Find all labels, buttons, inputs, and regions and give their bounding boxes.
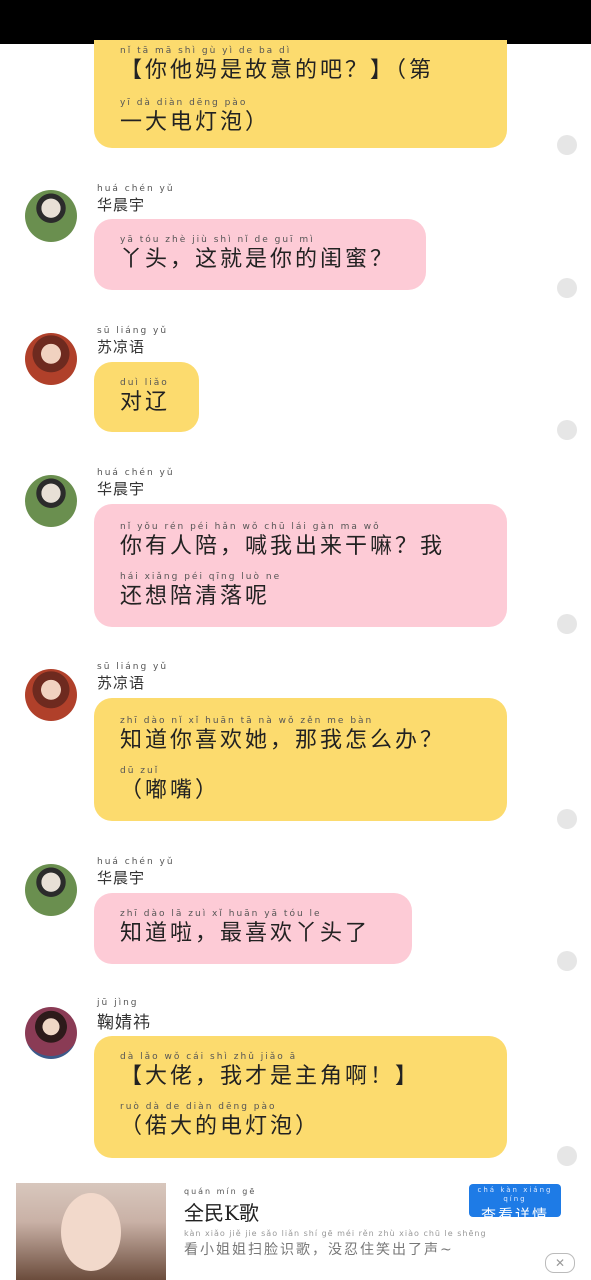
message-bubble[interactable]: nǐ tā mā shì gù yì de ba dì 【你他妈是故意的吧？】（… xyxy=(94,40,507,148)
message-text: （嘟嘴） xyxy=(120,778,221,803)
pinyin: chá kàn xiáng qíng xyxy=(477,1186,553,1203)
pinyin: huá chén yǔ xyxy=(97,468,175,478)
pinyin: quán mín gē xyxy=(184,1187,257,1196)
sender-name: sū liáng yǔ 苏凉语 xyxy=(97,326,168,357)
message-status-dot xyxy=(557,614,577,634)
message-text: 知道啦，最喜欢丫头了 xyxy=(120,921,371,946)
message-line: nǐ yǒu rén péi hǎn wǒ chū lái gàn ma wǒ … xyxy=(120,504,481,562)
sender-name: huá chén yǔ 华晨宇 xyxy=(97,184,175,215)
message-text: 对辽 xyxy=(120,390,171,415)
view-details-button[interactable]: chá kàn xiáng qíng 查看详情 xyxy=(469,1184,561,1224)
message-line: hái xiǎng péi qīng luò ne 还想陪清落呢 xyxy=(120,562,481,612)
pinyin: nǐ yǒu rén péi hǎn wǒ chū lái gàn ma wǒ xyxy=(120,522,381,532)
message-text: 【大佬，我才是主角啊！】 xyxy=(120,1064,421,1089)
pinyin: yā tóu zhè jiù shì nǐ de guī mì xyxy=(120,235,315,245)
message-line: yī dà diàn dēng pào 一大电灯泡） xyxy=(120,86,481,138)
message-bubble[interactable]: dà lǎo wǒ cái shì zhǔ jiǎo ā 【大佬，我才是主角啊！… xyxy=(94,1036,507,1158)
message-status-dot xyxy=(557,1146,577,1166)
sender-name-text: 苏凉语 xyxy=(97,338,146,356)
pinyin: dū zuǐ xyxy=(120,766,160,776)
message-line: duì liǎo 对辽 xyxy=(120,362,173,418)
ad-title-text: 全民K歌 xyxy=(184,1201,259,1225)
message-status-dot xyxy=(557,135,577,155)
message-text: 知道你喜欢她，那我怎么办？ xyxy=(120,728,446,753)
view-details-label: 查看详情 xyxy=(480,1206,549,1224)
message-line: yā tóu zhè jiù shì nǐ de guī mì 丫头，这就是你的… xyxy=(120,219,400,275)
message-text: 【你他妈是故意的吧？】（第 xyxy=(120,58,435,83)
message-bubble[interactable]: yā tóu zhè jiù shì nǐ de guī mì 丫头，这就是你的… xyxy=(94,219,426,290)
message-bubble[interactable]: zhī dào lā zuì xǐ huān yā tóu le 知道啦，最喜欢… xyxy=(94,893,412,964)
pinyin: zhī dào lā zuì xǐ huān yā tóu le xyxy=(120,909,322,919)
pinyin: dà lǎo wǒ cái shì zhǔ jiǎo ā xyxy=(120,1052,298,1062)
message-status-dot xyxy=(557,278,577,298)
avatar[interactable] xyxy=(25,864,77,916)
message-bubble[interactable]: zhī dào nǐ xǐ huān tā nà wǒ zěn me bàn 知… xyxy=(94,698,507,821)
ad-description-text: 看小姐姐扫脸识歌，没忍住笑出了声~ xyxy=(184,1242,454,1258)
message-bubble[interactable]: duì liǎo 对辽 xyxy=(94,362,199,432)
message-line: zhī dào lā zuì xǐ huān yā tóu le 知道啦，最喜欢… xyxy=(120,893,386,949)
sender-name-text: 华晨宇 xyxy=(97,196,146,214)
pinyin: nǐ tā mā shì gù yì de ba dì xyxy=(120,46,292,56)
message-status-dot xyxy=(557,420,577,440)
avatar[interactable] xyxy=(25,1007,77,1059)
pinyin: hái xiǎng péi qīng luò ne xyxy=(120,572,282,582)
message-line: zhī dào nǐ xǐ huān tā nà wǒ zěn me bàn 知… xyxy=(120,698,481,756)
message-text: 丫头，这就是你的闺蜜？ xyxy=(120,247,396,272)
sender-name-text: 鞠婧祎 xyxy=(97,1013,151,1033)
message-line: nǐ tā mā shì gù yì de ba dì 【你他妈是故意的吧？】（… xyxy=(120,40,481,86)
pinyin: huá chén yǔ xyxy=(97,857,175,867)
pinyin: sū liáng yǔ xyxy=(97,662,169,672)
message-status-dot xyxy=(557,809,577,829)
ad-title[interactable]: quán mín gē 全民K歌 xyxy=(184,1187,259,1226)
avatar[interactable] xyxy=(25,669,77,721)
ad-image-face xyxy=(61,1193,121,1271)
avatar[interactable] xyxy=(25,475,77,527)
pinyin: kàn xiǎo jiě jie sǎo liǎn shí gē méi rěn… xyxy=(184,1229,487,1238)
pinyin: yī dà diàn dēng pào xyxy=(120,98,248,108)
close-icon[interactable]: ✕ xyxy=(545,1253,575,1273)
message-line: dà lǎo wǒ cái shì zhǔ jiǎo ā 【大佬，我才是主角啊！… xyxy=(120,1036,481,1092)
ad-banner[interactable]: quán mín gē 全民K歌 kàn xiǎo jiě jie sǎo li… xyxy=(16,1183,591,1280)
sender-name: jū jìng 鞠婧祎 xyxy=(97,998,151,1033)
pinyin: duì liǎo xyxy=(120,378,169,388)
status-bar xyxy=(0,0,591,44)
message-text: 一大电灯泡） xyxy=(120,110,271,135)
message-text: 还想陪清落呢 xyxy=(120,584,271,609)
pinyin: ruò dà de diàn dēng pào xyxy=(120,1102,277,1112)
sender-name: huá chén yǔ 华晨宇 xyxy=(97,468,175,499)
ad-image[interactable] xyxy=(16,1183,166,1280)
pinyin: jū jìng xyxy=(97,998,139,1008)
message-status-dot xyxy=(557,951,577,971)
message-line: ruò dà de diàn dēng pào （偌大的电灯泡） xyxy=(120,1092,481,1142)
message-text: （偌大的电灯泡） xyxy=(120,1114,321,1139)
avatar[interactable] xyxy=(25,190,77,242)
pinyin: huá chén yǔ xyxy=(97,184,175,194)
sender-name-text: 华晨宇 xyxy=(97,869,146,887)
ad-description: kàn xiǎo jiě jie sǎo liǎn shí gē méi rěn… xyxy=(184,1229,487,1259)
pinyin: zhī dào nǐ xǐ huān tā nà wǒ zěn me bàn xyxy=(120,716,374,726)
sender-name-text: 苏凉语 xyxy=(97,674,146,692)
message-text: 你有人陪，喊我出来干嘛？我 xyxy=(120,534,446,559)
message-bubble[interactable]: nǐ yǒu rén péi hǎn wǒ chū lái gàn ma wǒ … xyxy=(94,504,507,627)
sender-name: sū liáng yǔ 苏凉语 xyxy=(97,662,168,693)
avatar[interactable] xyxy=(25,333,77,385)
message-line: dū zuǐ （嘟嘴） xyxy=(120,756,481,806)
sender-name-text: 华晨宇 xyxy=(97,480,146,498)
sender-name: huá chén yǔ 华晨宇 xyxy=(97,857,175,888)
pinyin: sū liáng yǔ xyxy=(97,326,169,336)
